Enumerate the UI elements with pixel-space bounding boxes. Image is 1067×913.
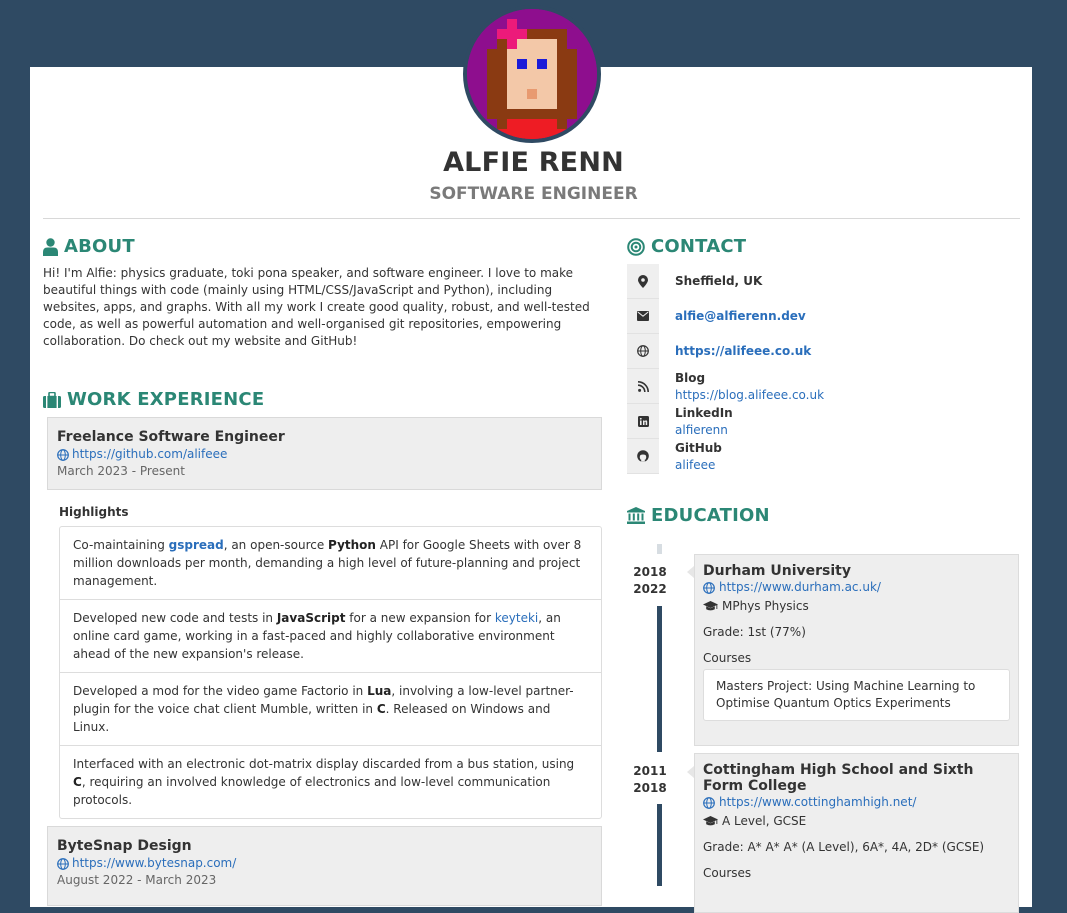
courses-label: Courses: [703, 866, 752, 880]
school-link[interactable]: https://www.durham.ac.uk/: [719, 579, 881, 596]
globe-icon: [637, 345, 649, 357]
contact-linkedin: LinkedIn alfierenn: [627, 404, 1020, 439]
rss-icon: [637, 380, 649, 392]
job-title: ByteSnap Design: [57, 838, 192, 854]
job-dates: August 2022 - March 2023: [57, 873, 217, 887]
about-text: Hi! I'm Alfie: physics graduate, toki po…: [43, 266, 590, 348]
timeline-pointer: [687, 566, 694, 578]
contact-title: CONTACT: [651, 236, 747, 257]
edu-end-year: 2018: [633, 781, 667, 795]
contact-location: Sheffield, UK: [627, 264, 1020, 299]
contact-blog: Blog https://blog.alifeee.co.uk: [627, 369, 1020, 404]
job-title: Freelance Software Engineer: [57, 429, 285, 445]
keyteki-link[interactable]: keyteki: [495, 611, 538, 625]
graduation-cap-icon: [703, 816, 718, 826]
grade: Grade: A* A* A* (A Level), 6A*, 4A, 2D* …: [703, 840, 985, 854]
edu-end-year: 2022: [633, 582, 667, 596]
edu-start-year: 2011: [633, 764, 667, 778]
globe-icon: [57, 448, 69, 461]
education-entry-cottingham: Cottingham High School and Sixth Form Co…: [694, 753, 1019, 913]
person-role: SOFTWARE ENGINEER: [429, 184, 638, 204]
globe-icon: [57, 857, 69, 870]
school-name: Durham University: [703, 563, 851, 579]
map-marker-icon: [638, 274, 648, 288]
timeline-line: [657, 804, 662, 886]
timeline-cap: [657, 544, 662, 554]
work-heading: WORK EXPERIENCE: [43, 389, 264, 410]
course-item: Masters Project: Using Machine Learning …: [703, 669, 1010, 721]
contact-github: GitHub alifeee: [627, 439, 1020, 474]
header-divider: [43, 218, 1020, 219]
education-entry-durham: Durham University https://www.durham.ac.…: [694, 554, 1019, 746]
user-icon: [43, 237, 58, 256]
contact-website: https://alifeee.co.uk: [627, 334, 1020, 369]
job-link[interactable]: https://github.com/alifeee: [72, 446, 227, 463]
graduation-cap-icon: [703, 601, 718, 611]
edu-start-year: 2018: [633, 565, 667, 579]
education-title: EDUCATION: [651, 505, 770, 526]
globe-icon: [703, 581, 715, 594]
linkedin-icon: [637, 415, 649, 427]
pixel-portrait: [467, 9, 597, 139]
list-item: Developed a mod for the video game Facto…: [60, 673, 601, 746]
target-icon: [627, 237, 645, 256]
job-entry-freelance: Freelance Software Engineer https://gith…: [47, 417, 602, 490]
degree: A Level, GCSE: [722, 814, 807, 828]
briefcase-icon: [43, 391, 61, 408]
envelope-icon: [637, 311, 649, 321]
list-item: Developed new code and tests in JavaScri…: [60, 600, 601, 673]
gspread-link[interactable]: gspread: [169, 538, 224, 552]
degree: MPhys Physics: [722, 599, 809, 613]
globe-icon: [703, 796, 715, 809]
institution-icon: [627, 507, 645, 524]
education-heading: EDUCATION: [627, 505, 770, 526]
github-icon: [637, 450, 649, 462]
contact-heading: CONTACT: [627, 236, 746, 257]
contact-email: alfie@alfierenn.dev: [627, 299, 1020, 334]
work-title: WORK EXPERIENCE: [67, 389, 265, 410]
school-name: Cottingham High School and Sixth Form Co…: [703, 762, 974, 794]
job-dates: March 2023 - Present: [57, 464, 185, 478]
about-heading: ABOUT: [43, 236, 135, 257]
list-item: Interfaced with an electronic dot-matrix…: [73, 757, 575, 807]
person-name: ALFIE RENN: [443, 147, 624, 178]
highlights-list: Co-maintaining gspread, an open-source P…: [59, 526, 602, 819]
about-title: ABOUT: [64, 236, 135, 257]
job-link[interactable]: https://www.bytesnap.com/: [72, 855, 236, 872]
timeline-line: [657, 606, 662, 752]
grade: Grade: 1st (77%): [703, 625, 806, 639]
profile-avatar: [463, 5, 601, 143]
courses-label: Courses: [703, 651, 752, 665]
contact-list: Sheffield, UK alfie@alfierenn.dev https:…: [627, 264, 1020, 474]
highlights-label: Highlights: [59, 505, 129, 519]
job-entry-bytesnap: ByteSnap Design https://www.bytesnap.com…: [47, 826, 602, 906]
timeline-pointer: [687, 766, 694, 778]
list-item: Co-maintaining gspread, an open-source P…: [60, 527, 601, 600]
school-link[interactable]: https://www.cottinghamhigh.net/: [719, 794, 916, 811]
